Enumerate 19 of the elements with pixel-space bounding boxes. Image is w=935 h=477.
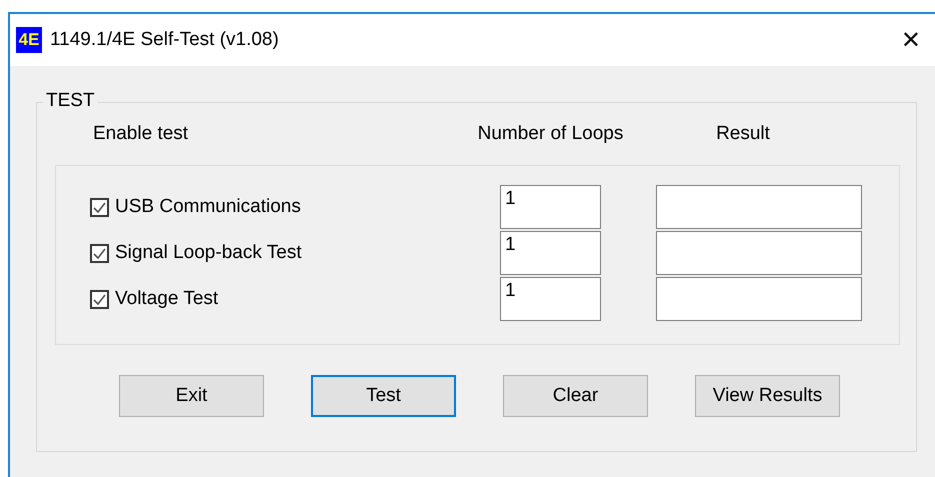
result-field[interactable] xyxy=(656,231,862,275)
dialog-button[interactable]: Test xyxy=(311,375,456,417)
loops-field[interactable]: 1 xyxy=(500,277,601,321)
column-header: Enable test xyxy=(93,123,190,145)
test-checkbox[interactable]: Signal Loop-back Test xyxy=(90,242,500,264)
close-button[interactable]: ✕ xyxy=(896,26,925,54)
app-logo: 4E xyxy=(16,27,42,53)
column-header: Number of Loops xyxy=(476,123,624,145)
loops-field[interactable]: 1 xyxy=(500,231,601,275)
test-checkbox[interactable]: USB Communications xyxy=(90,196,500,218)
window-title: 1149.1/4E Self-Test (v1.08) xyxy=(50,29,279,51)
dialog-button[interactable]: Clear xyxy=(503,375,648,417)
test-checkbox[interactable]: Voltage Test xyxy=(90,288,500,310)
dialog-button[interactable]: Exit xyxy=(119,375,264,417)
dialog-button[interactable]: View Results xyxy=(695,375,840,417)
column-header: Result xyxy=(715,123,771,145)
result-field[interactable] xyxy=(656,185,862,229)
loops-field[interactable]: 1 xyxy=(500,185,601,229)
result-field[interactable] xyxy=(656,277,862,321)
